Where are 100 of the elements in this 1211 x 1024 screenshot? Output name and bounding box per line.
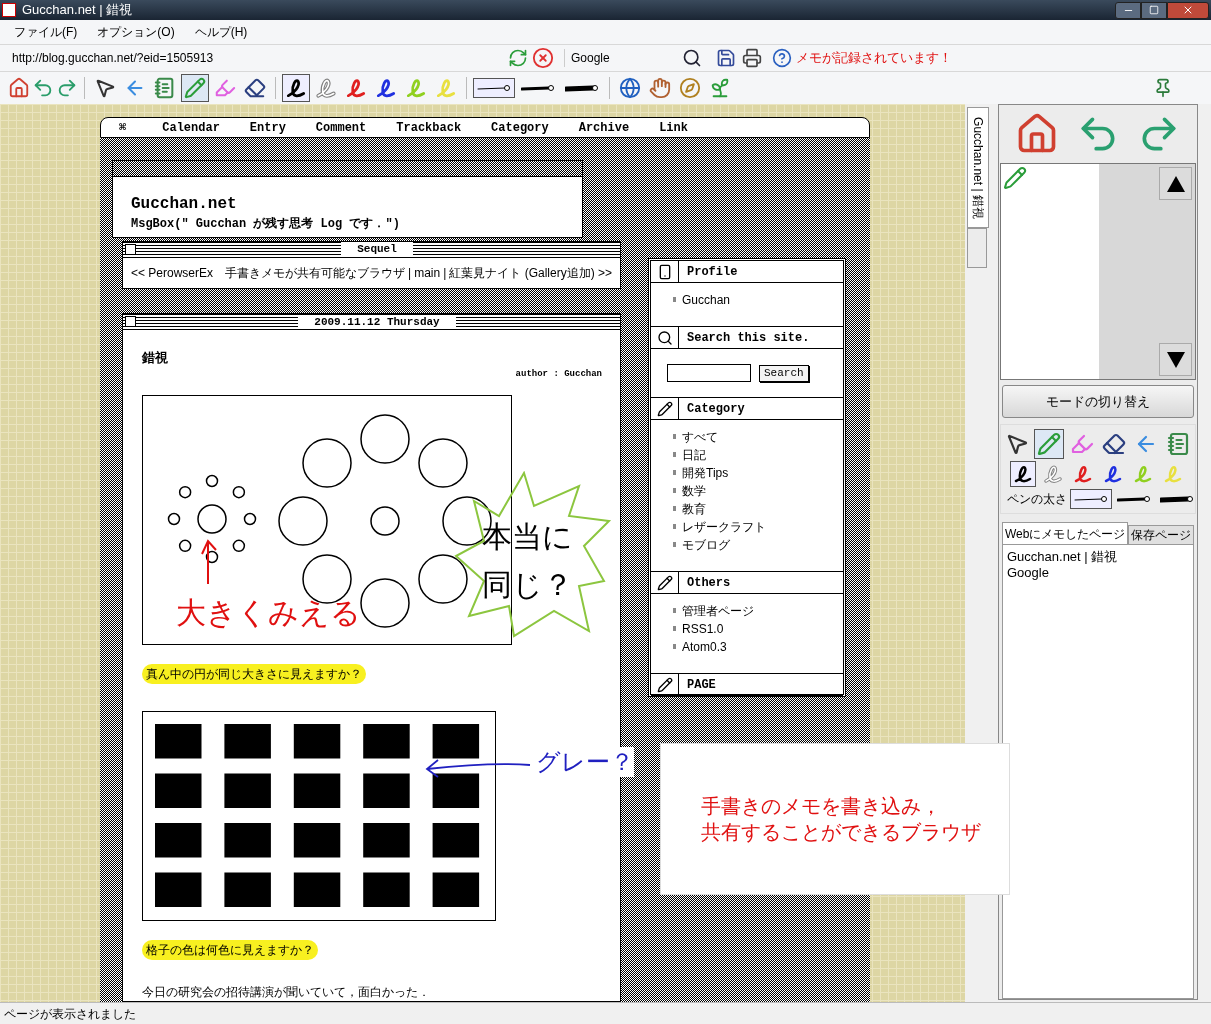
entry-paragraph: 今日の研究会の招待講演が聞いていて，面白かった． bbox=[142, 984, 431, 1001]
tool-button[interactable] bbox=[181, 74, 209, 102]
undo-icon[interactable] bbox=[32, 77, 54, 99]
entry-date: 2009.11.12 Thursday bbox=[298, 314, 456, 329]
compass-icon[interactable] bbox=[679, 77, 701, 99]
note-text: 手書きのメモを書き込み， bbox=[701, 794, 942, 819]
close-box[interactable] bbox=[125, 316, 136, 327]
home-icon[interactable] bbox=[8, 77, 30, 99]
bullet-icon bbox=[673, 470, 676, 475]
sequel-link[interactable]: main bbox=[414, 263, 441, 282]
search-icon[interactable] bbox=[682, 48, 702, 68]
vertical-tab[interactable]: Gucchan.net | 錯視 bbox=[967, 107, 989, 228]
search-engine-field[interactable]: Google bbox=[564, 49, 682, 67]
sidebar-link[interactable]: 管理者ページ bbox=[682, 603, 754, 618]
memo-status: メモが記録されています！ bbox=[796, 49, 952, 68]
menu-item[interactable]: ヘルプ(H) bbox=[194, 23, 248, 41]
search-field[interactable] bbox=[667, 364, 751, 382]
sidebar-heading: PAGE bbox=[686, 676, 716, 694]
nav-link[interactable]: Trackback bbox=[396, 118, 462, 137]
nav-link[interactable]: ⌘ bbox=[119, 118, 127, 137]
globe-icon[interactable] bbox=[619, 77, 641, 99]
pencil-icon[interactable] bbox=[1003, 166, 1027, 190]
pen-stroke-icon bbox=[1073, 464, 1093, 484]
search-icon bbox=[656, 329, 673, 346]
pin-icon[interactable] bbox=[1153, 78, 1173, 98]
panel-tab[interactable]: Webにメモしたページ bbox=[1002, 522, 1129, 544]
nav-link[interactable]: Calendar bbox=[162, 118, 220, 137]
pen-stroke-icon bbox=[375, 77, 397, 99]
pen-stroke-icon bbox=[435, 77, 457, 99]
close-box[interactable] bbox=[125, 243, 136, 255]
menu-item[interactable]: オプション(O) bbox=[97, 23, 175, 41]
close-icon bbox=[1182, 4, 1194, 16]
sequel-link[interactable]: 紅葉見ナイト (Gallery追加) >> bbox=[449, 263, 612, 282]
nav-link[interactable]: Category bbox=[491, 118, 549, 137]
pen-icon bbox=[656, 676, 673, 693]
entry-author: author : Gucchan bbox=[515, 367, 602, 381]
page-list-item[interactable]: Gucchan.net | 錯視 bbox=[1007, 549, 1189, 565]
refresh-icon[interactable] bbox=[508, 48, 528, 68]
scroll-up-button[interactable] bbox=[1159, 167, 1192, 200]
bullet-icon bbox=[673, 297, 676, 302]
pen-stroke-icon bbox=[1043, 464, 1063, 484]
hand-icon[interactable] bbox=[649, 77, 671, 99]
highlighted-question: 格子の色は何色に見えますか？ bbox=[142, 940, 318, 960]
notebook-icon bbox=[1166, 432, 1191, 456]
printer-icon[interactable] bbox=[742, 48, 762, 68]
pen-stroke-icon bbox=[345, 77, 367, 99]
sprout-icon[interactable] bbox=[709, 77, 731, 99]
page-list-item[interactable]: Google bbox=[1007, 565, 1189, 581]
note-text: 共有することができるブラウザ bbox=[701, 820, 981, 845]
search-button[interactable]: Search bbox=[759, 364, 809, 382]
nav-link[interactable]: Archive bbox=[578, 118, 630, 137]
pen-style-button[interactable] bbox=[282, 74, 310, 102]
down-triangle-icon bbox=[1166, 351, 1185, 368]
menu-item[interactable]: ファイル(F) bbox=[14, 23, 78, 41]
redo-icon[interactable] bbox=[56, 77, 78, 99]
bullet-icon bbox=[673, 452, 676, 457]
blog-title: Gucchan.net bbox=[130, 194, 238, 213]
sidebar-heading: Search this site. bbox=[686, 329, 810, 347]
tool-button[interactable] bbox=[1034, 429, 1065, 459]
help-icon[interactable] bbox=[772, 48, 792, 68]
sidebar-link[interactable]: レザークラフト bbox=[682, 519, 766, 534]
box-title: Sequel bbox=[341, 242, 413, 257]
pen-width-button[interactable] bbox=[1070, 489, 1112, 509]
sidebar-heading: Profile bbox=[686, 263, 738, 281]
stop-icon[interactable] bbox=[532, 47, 554, 69]
pen-width-button[interactable] bbox=[473, 78, 515, 98]
sidebar-link[interactable]: 日記 bbox=[682, 447, 706, 462]
maximize-button[interactable] bbox=[1141, 1, 1167, 19]
close-button[interactable] bbox=[1167, 1, 1209, 19]
sidebar-link[interactable]: Gucchan bbox=[682, 292, 731, 307]
sidebar-link[interactable]: 数学 bbox=[682, 483, 706, 498]
sidebar-link[interactable]: RSS1.0 bbox=[682, 621, 724, 636]
entry-title: 錯視 bbox=[142, 349, 169, 367]
bullet-icon bbox=[673, 434, 676, 439]
bullet-icon bbox=[673, 524, 676, 529]
bullet-icon bbox=[673, 626, 676, 631]
bullet-icon bbox=[673, 542, 676, 547]
eraser-icon bbox=[1102, 432, 1127, 456]
save-icon[interactable] bbox=[716, 48, 736, 68]
pen-style-button[interactable] bbox=[1010, 461, 1036, 487]
sidebar-link[interactable]: 開発Tips bbox=[682, 465, 729, 480]
mode-switch-button[interactable]: モードの切り替え bbox=[1002, 385, 1194, 418]
sequel-link[interactable]: << PerowserEx 手書きメモが共有可能なブラウザ bbox=[131, 263, 406, 282]
pen-icon bbox=[656, 400, 673, 417]
nav-link[interactable]: Comment bbox=[315, 118, 367, 137]
handwritten-note: 大きくみえる bbox=[176, 595, 361, 631]
sidebar-heading: Others bbox=[686, 574, 731, 592]
sidebar-link[interactable]: Atom0.3 bbox=[682, 639, 727, 654]
nav-link[interactable]: Link bbox=[659, 118, 688, 137]
sidebar-link[interactable]: 教育 bbox=[682, 501, 706, 516]
panel-tab[interactable]: 保存ページ bbox=[1128, 525, 1195, 544]
sidebar-link[interactable]: すべて bbox=[682, 429, 718, 444]
sidebar-link[interactable]: モブログ bbox=[682, 537, 730, 552]
sequel-link[interactable]: | bbox=[443, 263, 447, 282]
notebook-icon bbox=[154, 77, 176, 99]
nav-link[interactable]: Entry bbox=[249, 118, 286, 137]
scroll-down-button[interactable] bbox=[1159, 343, 1192, 376]
window-title: Gucchan.net | 錯視 bbox=[22, 1, 133, 19]
url-field[interactable]: http://blog.gucchan.net/?eid=1505913 bbox=[12, 49, 508, 67]
sequel-link[interactable]: | bbox=[408, 263, 412, 282]
